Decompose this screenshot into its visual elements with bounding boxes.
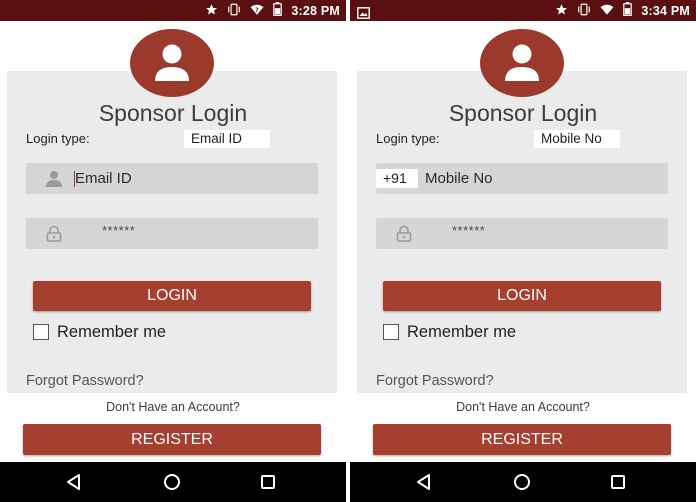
mobile-field[interactable]: +91 Mobile No: [376, 163, 668, 194]
status-icons: 3:34 PM: [555, 0, 690, 21]
battery-icon: [623, 2, 633, 19]
register-button[interactable]: REGISTER: [23, 424, 321, 455]
login-type-selector[interactable]: Email ID: [184, 130, 270, 148]
recents-icon[interactable]: [256, 470, 280, 494]
image-notification-icon: [357, 4, 370, 23]
navigation-bar: [0, 462, 346, 502]
password-field[interactable]: ******: [26, 218, 318, 249]
no-account-text: Don't Have an Account?: [456, 400, 590, 414]
remember-checkbox[interactable]: [33, 324, 49, 340]
back-icon[interactable]: [62, 470, 86, 494]
register-button[interactable]: REGISTER: [373, 424, 671, 455]
vibrate-icon: [227, 3, 241, 19]
star-icon: [555, 3, 568, 19]
page-title: Sponsor Login: [448, 100, 598, 126]
remember-me[interactable]: Remember me: [33, 322, 166, 342]
user-icon: [45, 170, 63, 191]
home-icon[interactable]: [160, 470, 184, 494]
email-field[interactable]: Email ID: [26, 163, 318, 194]
password-mask: ******: [452, 223, 486, 238]
login-screen-email: ? 3:28 PM Sponsor Login Login type: Emai…: [0, 0, 346, 502]
star-icon: [205, 3, 218, 19]
status-bar: ? 3:28 PM: [0, 0, 346, 21]
remember-me[interactable]: Remember me: [383, 322, 516, 342]
page-title: Sponsor Login: [98, 100, 248, 126]
no-account-text: Don't Have an Account?: [106, 400, 240, 414]
login-button[interactable]: LOGIN: [33, 281, 311, 311]
login-screen-mobile: 3:34 PM Sponsor Login Login type: Mobile…: [350, 0, 696, 502]
remember-label: Remember me: [57, 322, 167, 341]
status-time: 3:28 PM: [291, 3, 340, 18]
status-time: 3:34 PM: [641, 3, 690, 18]
user-avatar-icon: [130, 29, 214, 97]
forgot-password-link[interactable]: Forgot Password?: [376, 373, 494, 389]
mobile-placeholder: Mobile No: [425, 170, 493, 187]
status-bar: 3:34 PM: [350, 0, 696, 21]
country-code-prefix[interactable]: +91: [376, 169, 418, 188]
back-icon[interactable]: [412, 470, 436, 494]
login-type-label: Login type:: [26, 131, 90, 146]
wifi-icon: [600, 3, 614, 19]
login-type-label: Login type:: [376, 131, 440, 146]
email-placeholder: Email ID: [75, 170, 132, 187]
battery-icon: [273, 2, 283, 19]
login-type-selector[interactable]: Mobile No: [534, 130, 620, 148]
login-button[interactable]: LOGIN: [383, 281, 661, 311]
navigation-bar: [350, 462, 696, 502]
forgot-password-link[interactable]: Forgot Password?: [26, 373, 144, 389]
recents-icon[interactable]: [606, 470, 630, 494]
lock-icon: [45, 225, 63, 246]
svg-text:?: ?: [256, 7, 259, 13]
password-field[interactable]: ******: [376, 218, 668, 249]
data-saver-icon: ?: [250, 3, 264, 19]
status-icons: ? 3:28 PM: [205, 0, 340, 21]
password-mask: ******: [102, 223, 136, 238]
remember-label: Remember me: [407, 322, 517, 341]
home-icon[interactable]: [510, 470, 534, 494]
user-avatar-icon: [480, 29, 564, 97]
lock-icon: [395, 225, 413, 246]
vibrate-icon: [577, 3, 591, 19]
remember-checkbox[interactable]: [383, 324, 399, 340]
